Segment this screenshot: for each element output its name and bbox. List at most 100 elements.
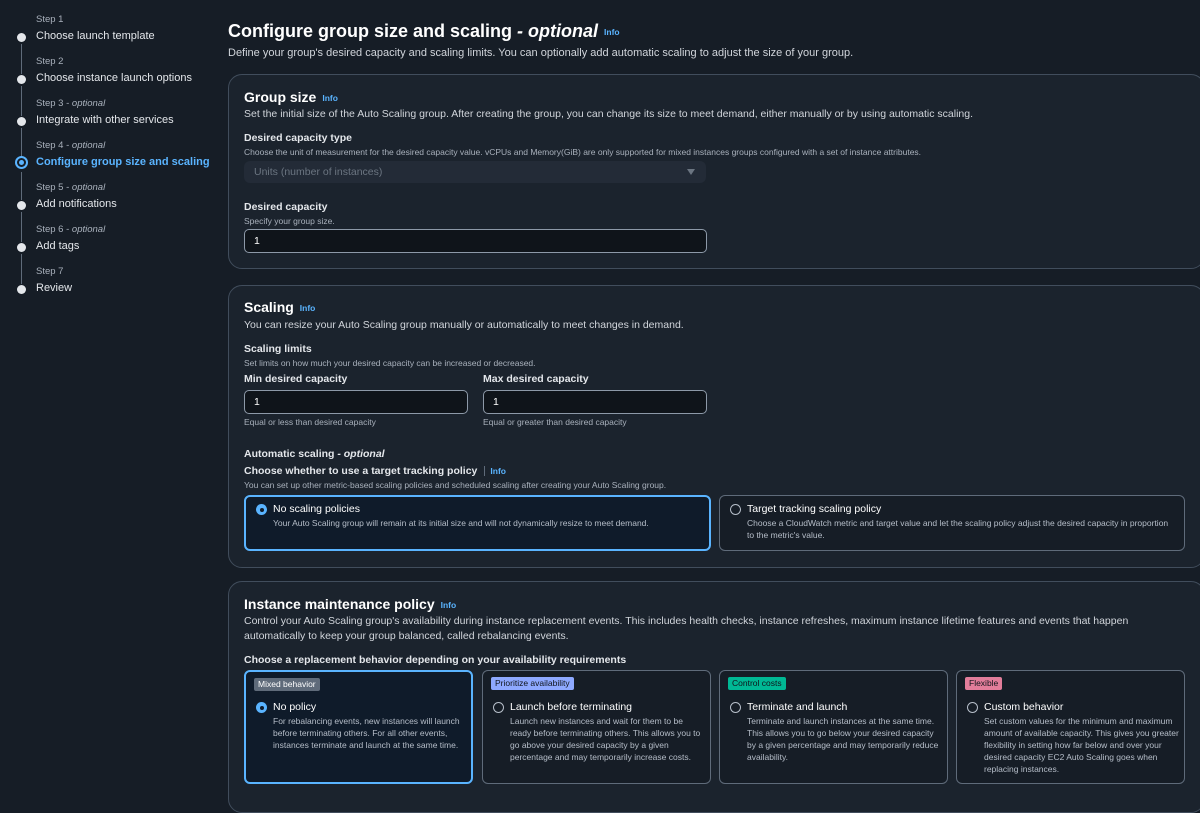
capacity-type-select[interactable]: Units (number of instances) [244,161,706,183]
info-link[interactable]: Info [300,303,316,313]
step-connector [21,172,22,200]
group-size-panel: Group size Info Set the initial size of t… [228,74,1200,269]
launch-before-terminating-option[interactable]: Prioritize availability Launch before te… [482,670,711,784]
option-title: Custom behavior [984,701,1064,713]
input-value: 1 [254,235,260,247]
option-title: No policy [273,701,317,713]
page-description: Define your group's desired capacity and… [228,47,854,59]
step-4-current[interactable]: Step 4 - optional Configure group size a… [15,140,211,200]
option-title: Terminate and launch [747,701,848,713]
scaling-panel: Scaling Info You can resize your Auto Sca… [228,285,1200,568]
min-capacity-input[interactable]: 1 [244,390,468,414]
option-description: Launch new instances and wait for them t… [510,716,701,762]
option-description: Terminate and launch instances at the sa… [747,716,939,762]
input-value: 1 [493,396,499,408]
option-description: Your Auto Scaling group will remain at i… [273,518,649,528]
info-link[interactable]: Info [490,466,506,476]
step-dot-icon [17,117,26,126]
page-title: Configure group size and scaling - optio… [228,21,620,41]
step-3[interactable]: Step 3 - optional Integrate with other s… [17,98,211,158]
no-scaling-policies-option[interactable]: No scaling policies Your Auto Scaling gr… [244,495,711,551]
section-description-line-1: Control your Auto Scaling group's availa… [244,615,1129,627]
scaling-limits-label: Scaling limits [244,343,312,355]
section-title: Instance maintenance policy Info [244,596,457,612]
step-label[interactable]: Configure group size and scaling [36,155,211,169]
max-capacity-hint: Equal or greater than desired capacity [483,417,627,427]
step-6[interactable]: Step 6 - optional Add tags [17,224,211,284]
step-dot-icon [17,75,26,84]
instance-maintenance-panel: Instance maintenance policy Info Control … [228,581,1200,813]
section-description-line-2: automatically to keep your group balance… [244,630,569,642]
step-label[interactable]: Choose launch template [36,29,211,43]
step-1[interactable]: Step 1 Choose launch template [17,14,211,74]
step-7[interactable]: Step 7 Review [17,266,211,295]
step-number: Step 4 - optional [36,140,106,151]
step-connector [21,254,22,284]
step-label[interactable]: Review [36,281,211,295]
caret-down-icon [687,169,695,175]
input-value: 1 [254,396,260,408]
step-number: Step 7 [36,266,64,277]
radio-button-selected[interactable] [256,504,267,515]
scaling-limits-description: Set limits on how much your desired capa… [244,358,536,368]
option-description: Choose a CloudWatch metric and target va… [747,518,1169,540]
section-description: You can resize your Auto Scaling group m… [244,319,684,331]
option-description: Set custom values for the minimum and ma… [984,716,1179,774]
step-label[interactable]: Add tags [36,239,211,253]
no-policy-option[interactable]: Mixed behavior No policy For rebalancing… [244,670,473,784]
info-link[interactable]: Info [322,93,338,103]
section-title: Scaling Info [244,299,316,315]
step-connector [21,44,22,74]
custom-behavior-option[interactable]: Flexible Custom behavior Set custom valu… [956,670,1185,784]
terminate-and-launch-option[interactable]: Control costs Terminate and launch Termi… [719,670,948,784]
step-dot-icon [17,33,26,42]
step-number: Step 1 [36,14,64,25]
option-title: Target tracking scaling policy [747,503,882,515]
step-2[interactable]: Step 2 Choose instance launch options [17,56,211,116]
radio-button-selected[interactable] [256,702,267,713]
desired-capacity-input[interactable]: 1 [244,229,707,253]
step-dot-icon [17,201,26,210]
replacement-behavior-label: Choose a replacement behavior depending … [244,654,627,666]
radio-button[interactable] [730,702,741,713]
capacity-type-label: Desired capacity type [244,132,352,144]
step-number: Step 2 [36,56,64,67]
option-title: Launch before terminating [510,701,632,713]
automatic-scaling-label: Automatic scaling - optional [244,448,385,460]
flexible-badge: Flexible [965,677,1003,690]
max-capacity-input[interactable]: 1 [483,390,707,414]
step-label[interactable]: Integrate with other services [36,113,211,127]
target-tracking-label: Choose whether to use a target tracking … [244,465,506,477]
option-title: No scaling policies [273,503,360,515]
option-description: For rebalancing events, new instances wi… [273,716,460,750]
control-costs-badge: Control costs [728,677,786,690]
radio-button[interactable] [967,702,978,713]
info-link[interactable]: Info [441,600,457,610]
step-number: Step 6 - optional [36,224,106,235]
step-connector [21,128,22,158]
step-number: Step 3 - optional [36,98,106,109]
section-title: Group size Info [244,89,338,105]
step-connector [21,212,22,242]
max-capacity-label: Max desired capacity [483,373,589,385]
step-connector [21,86,22,116]
target-tracking-policy-option[interactable]: Target tracking scaling policy Choose a … [719,495,1185,551]
select-value: Units (number of instances) [254,166,383,178]
target-tracking-description: You can set up other metric-based scalin… [244,480,667,490]
radio-button[interactable] [730,504,741,515]
section-description: Set the initial size of the Auto Scaling… [244,108,974,120]
info-link[interactable]: Info [604,27,620,37]
min-capacity-hint: Equal or less than desired capacity [244,417,376,427]
wizard-steps-nav: Step 1 Choose launch template Step 2 Cho… [0,0,215,795]
step-5[interactable]: Step 5 - optional Add notifications [17,182,211,242]
step-label[interactable]: Add notifications [36,197,211,211]
prioritize-availability-badge: Prioritize availability [491,677,574,690]
mixed-behavior-badge: Mixed behavior [254,678,320,691]
radio-button[interactable] [493,702,504,713]
capacity-type-description: Choose the unit of measurement for the d… [244,147,922,157]
desired-capacity-description: Specify your group size. [244,216,335,226]
step-number: Step 5 - optional [36,182,106,193]
desired-capacity-label: Desired capacity [244,201,328,213]
step-dot-icon [17,243,26,252]
step-label[interactable]: Choose instance launch options [36,71,211,85]
